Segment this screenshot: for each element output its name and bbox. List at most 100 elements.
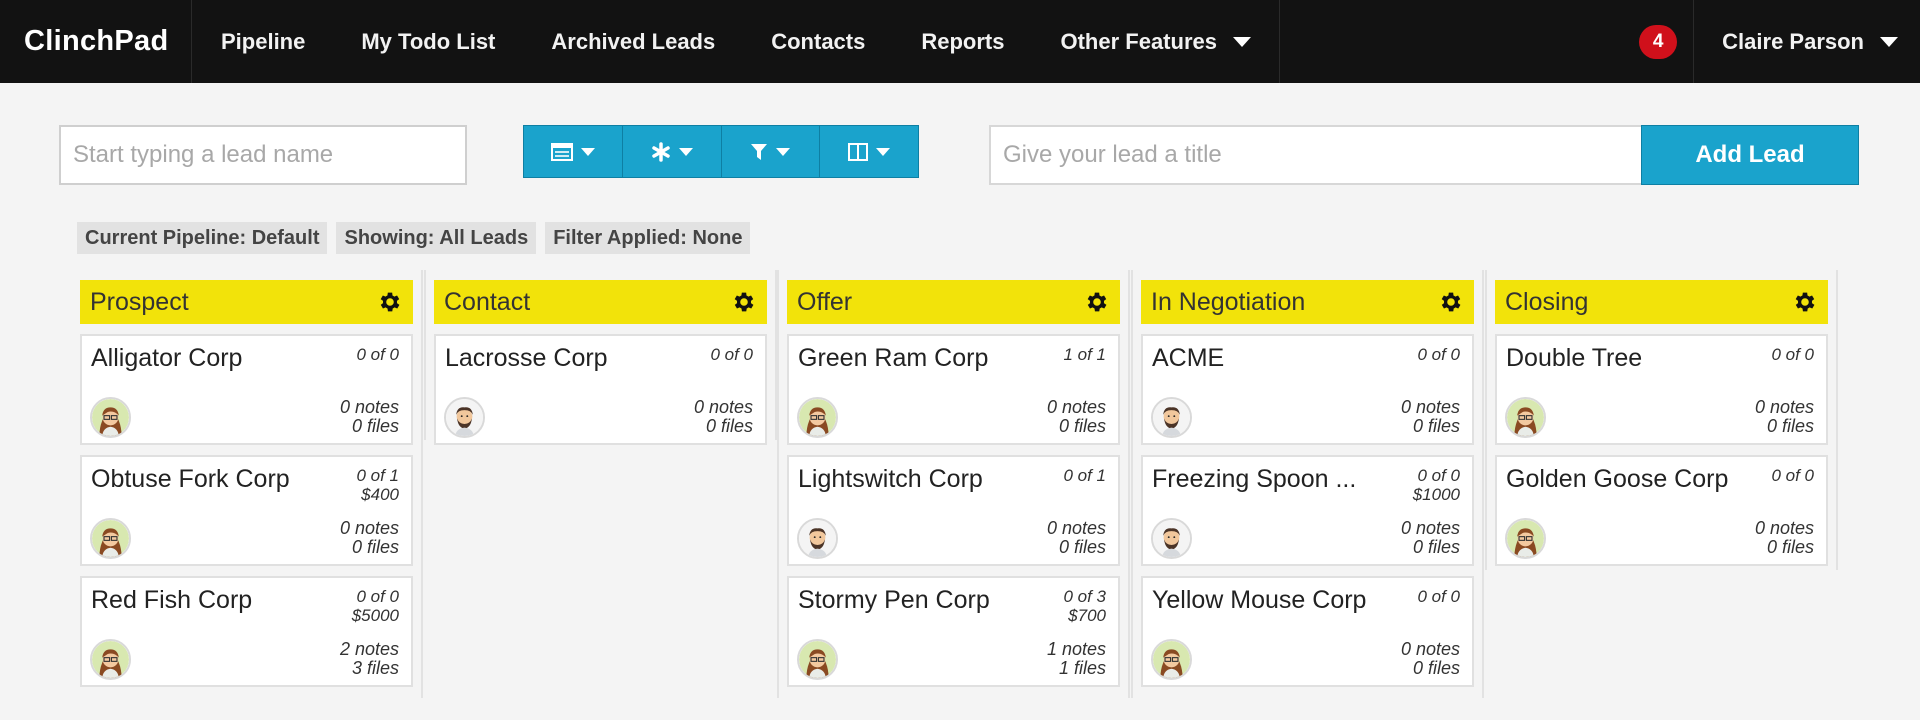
files-count: 0 files [1766,537,1814,557]
nav-other-features[interactable]: Other Features [1032,0,1279,83]
lead-name[interactable]: Stormy Pen Corp [798,586,990,615]
lead-amount: $1000 [1412,485,1460,504]
lead-card[interactable]: Lacrosse Corp 0 of 0 0 notes 0 files [434,334,767,445]
nav-right: 4 Claire Parson [1639,0,1920,83]
gear-icon[interactable] [377,289,403,315]
columns-button[interactable] [820,126,918,177]
notes-count: 0 notes [1400,397,1460,417]
lead-stats: 0 notes 0 files [340,519,399,557]
filter-button[interactable] [722,126,821,177]
gear-icon[interactable] [1438,289,1464,315]
lead-name[interactable]: Double Tree [1506,344,1642,373]
male-avatar[interactable] [1151,518,1192,559]
female-avatar[interactable] [90,397,131,438]
pipeline-column: Offer Green Ram Corp 1 of 10 notes 0 files L… [777,270,1130,698]
pipeline-column: Closing Double Tree 0 of 00 notes 0 files Go… [1485,270,1838,570]
nav-my-todo-list[interactable]: My Todo List [333,0,523,83]
lead-card[interactable]: Yellow Mouse Corp 0 of 0 0 notes 0 files [1141,576,1474,687]
files-count: 3 files [351,658,399,678]
brand-logo[interactable]: ClinchPad [0,0,192,83]
add-lead-button[interactable]: Add Lead [1641,125,1859,185]
files-count: 0 files [1412,658,1460,678]
pipeline-column: In Negotiation ACME 0 of 00 notes 0 files Fr… [1131,270,1484,698]
filter-icon [751,143,768,160]
notes-count: 0 notes [1046,397,1106,417]
task-progress: 0 of 0 [1417,345,1460,364]
lead-name[interactable]: Obtuse Fork Corp [91,465,290,494]
lead-card[interactable]: Double Tree 0 of 0 0 notes 0 files [1495,334,1828,445]
lead-card[interactable]: ACME 0 of 0 0 notes 0 files [1141,334,1474,445]
lead-name[interactable]: Yellow Mouse Corp [1152,586,1366,615]
female-avatar[interactable] [797,639,838,680]
gear-icon[interactable] [1792,289,1818,315]
column-header: Offer [787,280,1120,324]
files-count: 0 files [1058,537,1106,557]
lead-name[interactable]: ACME [1152,344,1224,373]
gear-icon[interactable] [731,289,757,315]
files-count: 0 files [351,537,399,557]
lead-card[interactable]: Alligator Corp 0 of 0 0 notes 0 files [80,334,413,445]
task-progress: 0 of 3 [1063,587,1106,606]
nav-divider [1278,0,1280,83]
files-count: 0 files [351,416,399,436]
female-avatar[interactable] [90,639,131,680]
lead-name[interactable]: Lacrosse Corp [445,344,608,373]
chevron-down-icon [678,147,693,156]
notes-count: 0 notes [1046,518,1106,538]
lead-search-input[interactable] [59,125,467,185]
lead-card[interactable]: Stormy Pen Corp 0 of 3 $700 1 notes 1 files [787,576,1120,687]
lead-card[interactable]: Red Fish Corp 0 of 0 $5000 2 notes 3 files [80,576,413,687]
task-progress: 0 of 1 [1063,466,1106,485]
lead-card[interactable]: Obtuse Fork Corp 0 of 1 $400 0 notes 0 files [80,455,413,566]
task-progress: 0 of 0 [1417,466,1460,485]
view-mode-button[interactable] [524,126,623,177]
pipeline-column: Prospect Alligator Corp 0 of 00 notes 0 fil… [70,270,423,698]
notification-badge[interactable]: 4 [1639,24,1678,59]
filter-applied-tag[interactable]: Filter Applied: None [545,222,751,254]
notes-count: 1 notes [1046,639,1106,659]
user-menu[interactable]: Claire Parson [1694,0,1920,83]
female-avatar[interactable] [1505,397,1546,438]
showing-tag[interactable]: Showing: All Leads [336,222,537,254]
lead-name[interactable]: Lightswitch Corp [798,465,983,494]
female-avatar[interactable] [1505,518,1546,559]
male-avatar[interactable] [797,518,838,559]
female-avatar[interactable] [797,397,838,438]
lead-card[interactable]: Freezing Spoon ... 0 of 0 $1000 0 notes 0 fi… [1141,455,1474,566]
notes-count: 0 notes [339,397,399,417]
lead-card[interactable]: Lightswitch Corp 0 of 1 0 notes 0 files [787,455,1120,566]
lead-name[interactable]: Alligator Corp [91,344,242,373]
column-header: Contact [434,280,767,324]
nav-reports[interactable]: Reports [893,0,1032,83]
task-count: 0 of 0 [1417,587,1460,606]
male-avatar[interactable] [444,397,485,438]
nav-contacts[interactable]: Contacts [743,0,893,83]
lead-name[interactable]: Green Ram Corp [798,344,988,373]
notes-count: 2 notes [339,639,399,659]
lead-stats: 0 notes 0 files [1755,519,1814,557]
notes-count: 0 notes [693,397,753,417]
lead-card[interactable]: Golden Goose Corp 0 of 0 0 notes 0 files [1495,455,1828,566]
nav-archived-leads[interactable]: Archived Leads [523,0,743,83]
lead-card[interactable]: Green Ram Corp 1 of 1 0 notes 0 files [787,334,1120,445]
female-avatar[interactable] [90,518,131,559]
chevron-down-icon [1232,36,1251,47]
lead-amount: $5000 [351,606,399,625]
lead-name[interactable]: Red Fish Corp [91,586,252,615]
female-avatar[interactable] [1151,639,1192,680]
lead-stats: 0 notes 0 files [1047,398,1106,436]
files-count: 1 files [1058,658,1106,678]
male-avatar[interactable] [1151,397,1192,438]
lead-stats: 0 notes 0 files [1401,519,1460,557]
lead-amount: $700 [1068,606,1106,625]
gear-icon[interactable] [1084,289,1110,315]
lead-title-input[interactable] [989,125,1644,185]
nav-pipeline[interactable]: Pipeline [192,0,333,83]
lead-name[interactable]: Freezing Spoon ... [1152,465,1356,494]
options-button[interactable] [623,126,722,177]
task-count: 0 of 0 [1771,345,1814,364]
task-count: 0 of 1 [1063,466,1106,485]
top-navbar: ClinchPad Pipeline My Todo List Archived… [0,0,1920,83]
lead-name[interactable]: Golden Goose Corp [1506,465,1728,494]
current-pipeline-tag[interactable]: Current Pipeline: Default [77,222,328,254]
